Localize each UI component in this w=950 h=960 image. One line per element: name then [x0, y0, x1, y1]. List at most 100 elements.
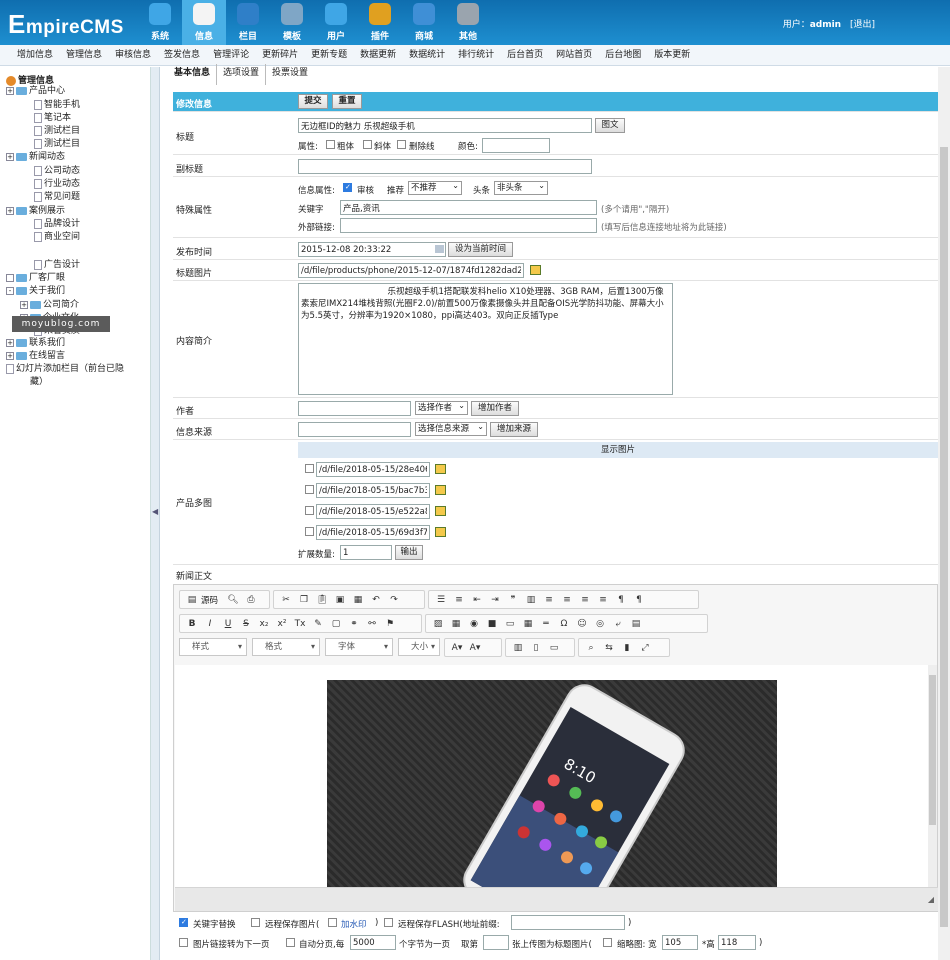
nav-shop[interactable]: 商城	[402, 0, 446, 45]
title-image-button[interactable]: 图文	[595, 118, 625, 133]
numbered-list-icon[interactable]: ☰	[432, 595, 450, 605]
sidebar-splitter[interactable]: ◀	[151, 67, 160, 960]
paste-text-icon[interactable]: ▣	[331, 595, 349, 605]
bold-icon[interactable]: B	[183, 619, 201, 629]
tree-node[interactable]: 藏）	[30, 374, 48, 387]
tree-node[interactable]: 厂客厂眼	[6, 270, 65, 283]
page-break-icon[interactable]: ⤶	[609, 619, 627, 629]
paste-icon[interactable]: 📋︎	[313, 595, 331, 605]
tree-node[interactable]: 品牌设计	[34, 216, 80, 229]
maximize-icon[interactable]: ⤢	[636, 643, 654, 653]
set-now-button[interactable]: 设为当前时间	[448, 242, 513, 257]
hr-icon[interactable]: ═	[537, 619, 555, 629]
size-combo[interactable]: 大小	[398, 638, 440, 656]
bg-color-icon[interactable]: A▾	[466, 643, 484, 653]
expand-toggle-icon[interactable]: +	[6, 152, 14, 161]
indent-icon[interactable]: ⇥	[486, 595, 504, 605]
cut-icon[interactable]: ✂	[277, 595, 295, 605]
multi-pic-checkbox[interactable]	[305, 527, 314, 536]
flash-icon[interactable]: ▦	[447, 619, 465, 629]
remote-pic-checkbox[interactable]	[251, 918, 260, 927]
subnav-item[interactable]: 更新碎片	[262, 45, 298, 65]
subnav-item[interactable]: 数据更新	[360, 45, 396, 65]
tree-node[interactable]: + 公司简介	[20, 297, 79, 310]
nav-template[interactable]: 模板	[270, 0, 314, 45]
collapse-arrow-icon[interactable]: ◀	[152, 507, 158, 516]
anchor-icon[interactable]: ⚑	[381, 619, 399, 629]
special-char-icon[interactable]: Ω	[555, 619, 573, 629]
italic-checkbox[interactable]	[363, 140, 372, 149]
subnav-item[interactable]: 签发信息	[164, 45, 200, 65]
tree-node[interactable]: 测试栏目	[34, 123, 80, 136]
multi-pic-checkbox[interactable]	[305, 464, 314, 473]
subscript-icon[interactable]: x₂	[255, 619, 273, 629]
align-left-icon[interactable]: ≡	[540, 595, 558, 605]
author-input[interactable]	[298, 401, 411, 416]
tree-node[interactable]: 智能手机	[34, 97, 80, 110]
tree-node[interactable]: 测试栏目	[34, 136, 80, 149]
tree-node[interactable]: + 新闻动态	[6, 149, 65, 162]
paste-word-icon[interactable]: ▦	[349, 595, 367, 605]
unlink-icon[interactable]: ⚯	[363, 619, 381, 629]
blockquote-icon[interactable]: ❞	[504, 595, 522, 605]
submit-button[interactable]: 提交	[298, 94, 328, 109]
nav-column[interactable]: 栏目	[226, 0, 270, 45]
subnav-item[interactable]: 排行统计	[458, 45, 494, 65]
smiley-icon[interactable]: ☺	[573, 619, 591, 629]
expand-toggle-icon[interactable]: -	[6, 286, 14, 295]
keyword-replace-checkbox[interactable]	[179, 918, 188, 927]
source-button[interactable]: 源码	[201, 594, 218, 606]
multi-pic-input[interactable]	[316, 483, 430, 498]
select-image-icon[interactable]	[435, 464, 446, 474]
ltr-icon[interactable]: ¶	[612, 595, 630, 605]
resize-handle-icon[interactable]: ◢	[928, 895, 934, 904]
subnav-item[interactable]: 后台首页	[507, 45, 543, 65]
thumbnail-checkbox[interactable]	[603, 938, 612, 947]
preview-icon[interactable]: 🔍︎	[224, 595, 242, 605]
output-button[interactable]: 输出	[395, 545, 423, 560]
strike-icon[interactable]: S	[237, 619, 255, 629]
select-image-icon[interactable]	[435, 485, 446, 495]
div-icon[interactable]: ▥	[522, 595, 540, 605]
thumb-height-input[interactable]	[718, 935, 756, 950]
recommend-select[interactable]: 不推荐	[408, 180, 462, 195]
tree-node[interactable]: 商业空间	[34, 229, 80, 242]
underline-icon[interactable]: U	[219, 619, 237, 629]
nav-other[interactable]: 其他	[446, 0, 490, 45]
new-page-icon[interactable]: ▯	[527, 643, 545, 653]
subnav-item[interactable]: 网站首页	[556, 45, 592, 65]
subtitle-input[interactable]	[298, 159, 592, 174]
tree-node[interactable]: 幻灯片添加栏目（前台已隐	[6, 361, 124, 374]
strike-checkbox[interactable]	[397, 140, 406, 149]
nav-plugin[interactable]: 插件	[358, 0, 402, 45]
copy-format-icon[interactable]: ✎	[309, 619, 327, 629]
expand-toggle-icon[interactable]: +	[6, 338, 14, 347]
select-image-icon[interactable]	[530, 265, 541, 275]
subnav-item[interactable]: 管理评论	[213, 45, 249, 65]
nav-system[interactable]: 系统	[138, 0, 182, 45]
remote-flash-checkbox[interactable]	[384, 918, 393, 927]
italic-icon[interactable]: I	[201, 619, 219, 629]
flash-prefix-input[interactable]	[511, 915, 625, 930]
audit-checkbox[interactable]	[343, 183, 352, 192]
expand-toggle-icon[interactable]: +	[6, 86, 14, 95]
color-input[interactable]	[482, 138, 550, 153]
subnav-item[interactable]: 版本更新	[654, 45, 690, 65]
external-link-input[interactable]	[340, 218, 597, 233]
print-icon[interactable]: ⎙	[242, 595, 260, 605]
thumb-width-input[interactable]	[662, 935, 698, 950]
title-pic-input[interactable]	[298, 263, 524, 278]
source-icon[interactable]: ▤	[183, 595, 201, 605]
select-all-icon[interactable]: ▢	[327, 619, 345, 629]
first-pic-input[interactable]	[483, 935, 509, 950]
subnav-item[interactable]: 审核信息	[115, 45, 151, 65]
page-scrollbar[interactable]	[938, 67, 950, 960]
tree-node[interactable]: + 联系我们	[6, 335, 65, 348]
tree-node[interactable]: + 产品中心	[6, 83, 65, 96]
replace-icon[interactable]: ⇆	[600, 643, 618, 653]
editor-scrollbar[interactable]	[928, 665, 937, 887]
undo-icon[interactable]: ↶	[367, 595, 385, 605]
auto-page-input[interactable]	[350, 935, 396, 950]
subnav-item[interactable]: 后台地图	[605, 45, 641, 65]
source-input[interactable]	[298, 422, 411, 437]
